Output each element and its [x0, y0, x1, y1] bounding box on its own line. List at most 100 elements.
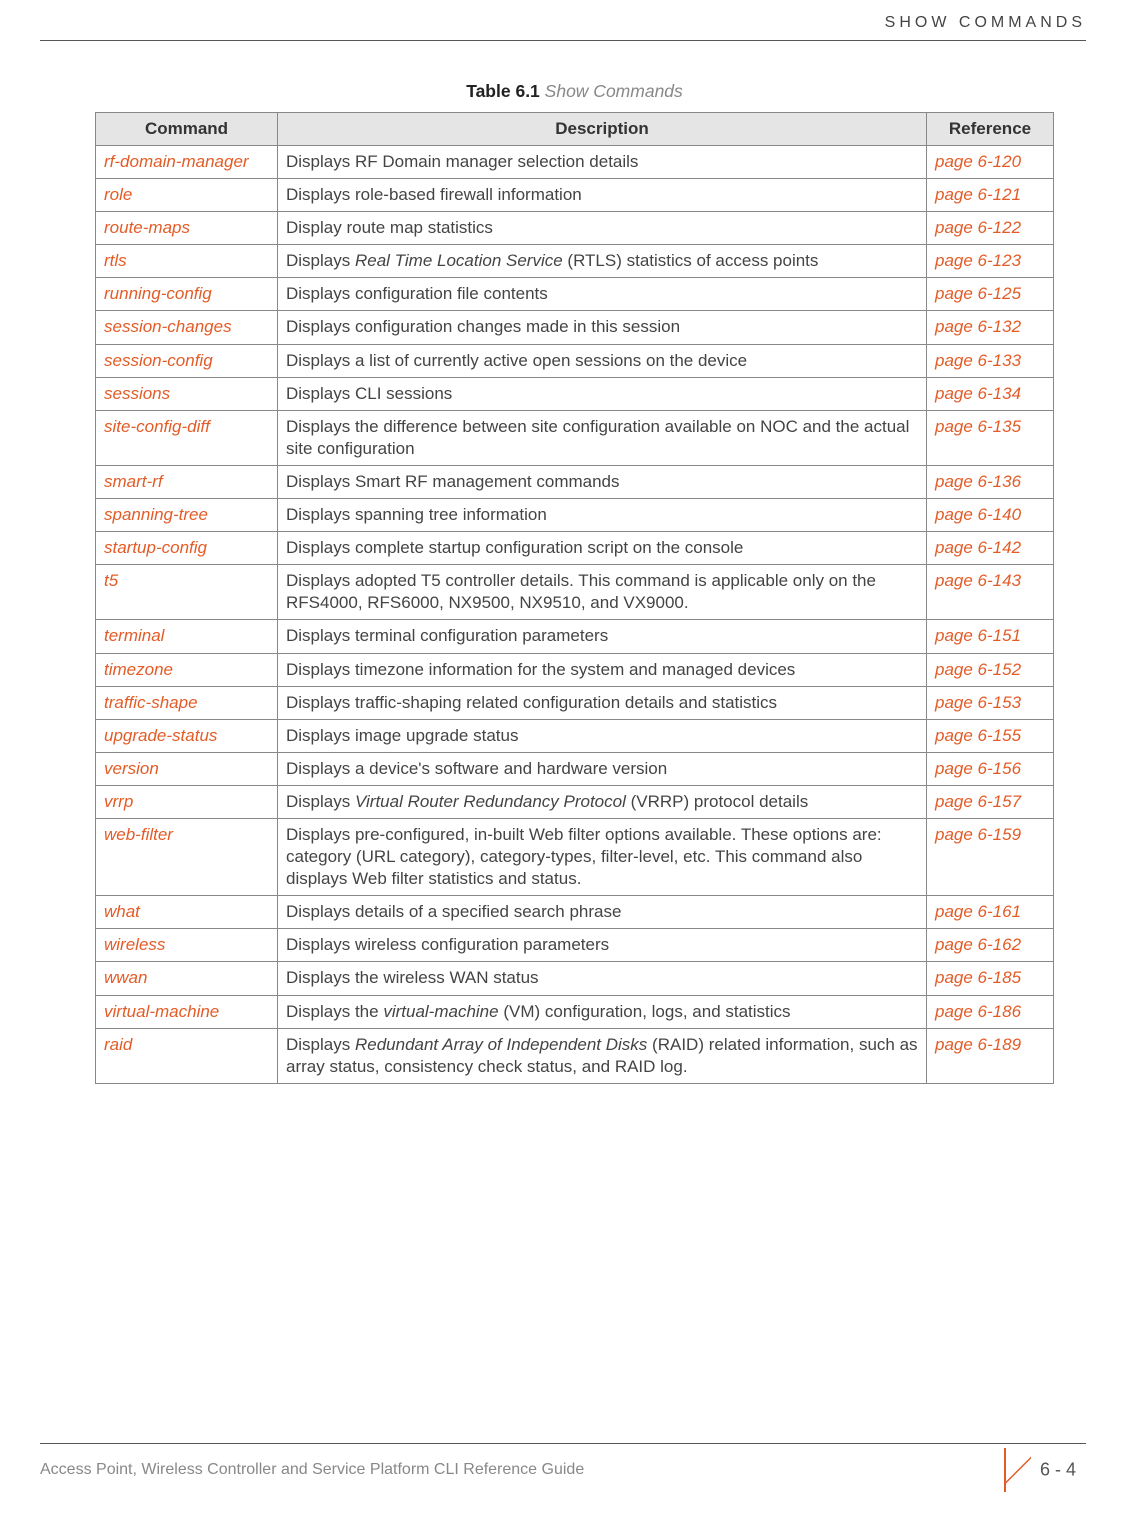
- command-link[interactable]: smart-rf: [96, 465, 278, 498]
- reference-link[interactable]: page 6-143: [927, 565, 1054, 620]
- command-link[interactable]: version: [96, 752, 278, 785]
- command-link[interactable]: wireless: [96, 929, 278, 962]
- table-row: session-configDisplays a list of current…: [96, 344, 1054, 377]
- header-description: Description: [278, 113, 927, 146]
- command-description: Displays the virtual-machine (VM) config…: [278, 995, 927, 1028]
- command-link[interactable]: wwan: [96, 962, 278, 995]
- table-row: rf-domain-managerDisplays RF Domain mana…: [96, 146, 1054, 179]
- command-link[interactable]: timezone: [96, 653, 278, 686]
- command-link[interactable]: raid: [96, 1028, 278, 1083]
- command-description: Displays pre-configured, in-built Web fi…: [278, 818, 927, 895]
- command-description: Displays image upgrade status: [278, 719, 927, 752]
- reference-link[interactable]: page 6-156: [927, 752, 1054, 785]
- table-row: route-mapsDisplay route map statisticspa…: [96, 212, 1054, 245]
- footer-book-title: Access Point, Wireless Controller and Se…: [40, 1461, 984, 1479]
- command-description: Displays terminal configuration paramete…: [278, 620, 927, 653]
- reference-link[interactable]: page 6-136: [927, 465, 1054, 498]
- reference-link[interactable]: page 6-121: [927, 179, 1054, 212]
- footer-rule: [40, 1443, 1086, 1444]
- reference-link[interactable]: page 6-157: [927, 785, 1054, 818]
- command-link[interactable]: traffic-shape: [96, 686, 278, 719]
- reference-link[interactable]: page 6-153: [927, 686, 1054, 719]
- command-link[interactable]: terminal: [96, 620, 278, 653]
- reference-link[interactable]: page 6-151: [927, 620, 1054, 653]
- command-description: Displays the wireless WAN status: [278, 962, 927, 995]
- page-footer: Access Point, Wireless Controller and Se…: [40, 1448, 1086, 1492]
- reference-link[interactable]: page 6-162: [927, 929, 1054, 962]
- command-link[interactable]: vrrp: [96, 785, 278, 818]
- reference-link[interactable]: page 6-152: [927, 653, 1054, 686]
- command-link[interactable]: startup-config: [96, 532, 278, 565]
- reference-link[interactable]: page 6-186: [927, 995, 1054, 1028]
- table-row: site-config-diffDisplays the difference …: [96, 410, 1054, 465]
- command-link[interactable]: web-filter: [96, 818, 278, 895]
- command-description: Displays Virtual Router Redundancy Proto…: [278, 785, 927, 818]
- command-link[interactable]: upgrade-status: [96, 719, 278, 752]
- table-caption: Table 6.1 Show Commands: [95, 81, 1054, 102]
- command-description: Displays timezone information for the sy…: [278, 653, 927, 686]
- table-row: session-changesDisplays configuration ch…: [96, 311, 1054, 344]
- command-description: Displays Redundant Array of Independent …: [278, 1028, 927, 1083]
- command-link[interactable]: session-changes: [96, 311, 278, 344]
- table-row: terminalDisplays terminal configuration …: [96, 620, 1054, 653]
- table-row: wirelessDisplays wireless configuration …: [96, 929, 1054, 962]
- reference-link[interactable]: page 6-123: [927, 245, 1054, 278]
- command-link[interactable]: running-config: [96, 278, 278, 311]
- command-description: Displays traffic-shaping related configu…: [278, 686, 927, 719]
- reference-link[interactable]: page 6-135: [927, 410, 1054, 465]
- command-description: Displays adopted T5 controller details. …: [278, 565, 927, 620]
- table-row: startup-configDisplays complete startup …: [96, 532, 1054, 565]
- table-row: smart-rfDisplays Smart RF management com…: [96, 465, 1054, 498]
- command-link[interactable]: rf-domain-manager: [96, 146, 278, 179]
- reference-link[interactable]: page 6-134: [927, 377, 1054, 410]
- reference-link[interactable]: page 6-120: [927, 146, 1054, 179]
- command-link[interactable]: rtls: [96, 245, 278, 278]
- section-title: SHOW COMMANDS: [885, 14, 1086, 31]
- footer-page-number: 6 - 4: [1040, 1460, 1076, 1481]
- reference-link[interactable]: page 6-142: [927, 532, 1054, 565]
- reference-link[interactable]: page 6-133: [927, 344, 1054, 377]
- reference-link[interactable]: page 6-122: [927, 212, 1054, 245]
- table-row: whatDisplays details of a specified sear…: [96, 896, 1054, 929]
- command-link[interactable]: session-config: [96, 344, 278, 377]
- table-row: rtlsDisplays Real Time Location Service …: [96, 245, 1054, 278]
- command-link[interactable]: site-config-diff: [96, 410, 278, 465]
- reference-link[interactable]: page 6-189: [927, 1028, 1054, 1083]
- reference-link[interactable]: page 6-132: [927, 311, 1054, 344]
- command-link[interactable]: t5: [96, 565, 278, 620]
- content-area: Table 6.1 Show Commands Command Descript…: [0, 41, 1126, 1084]
- command-link[interactable]: route-maps: [96, 212, 278, 245]
- command-description: Displays wireless configuration paramete…: [278, 929, 927, 962]
- reference-link[interactable]: page 6-185: [927, 962, 1054, 995]
- command-description: Displays spanning tree information: [278, 499, 927, 532]
- command-link[interactable]: virtual-machine: [96, 995, 278, 1028]
- table-header-row: Command Description Reference: [96, 113, 1054, 146]
- command-link[interactable]: spanning-tree: [96, 499, 278, 532]
- table-row: raidDisplays Redundant Array of Independ…: [96, 1028, 1054, 1083]
- command-description: Displays Smart RF management commands: [278, 465, 927, 498]
- command-description: Displays configuration file contents: [278, 278, 927, 311]
- reference-link[interactable]: page 6-155: [927, 719, 1054, 752]
- table-row: timezoneDisplays timezone information fo…: [96, 653, 1054, 686]
- reference-link[interactable]: page 6-125: [927, 278, 1054, 311]
- table-caption-label: Table 6.1: [466, 81, 540, 101]
- command-description: Displays the difference between site con…: [278, 410, 927, 465]
- command-link[interactable]: what: [96, 896, 278, 929]
- table-row: vrrpDisplays Virtual Router Redundancy P…: [96, 785, 1054, 818]
- reference-link[interactable]: page 6-161: [927, 896, 1054, 929]
- command-link[interactable]: role: [96, 179, 278, 212]
- page-header: SHOW COMMANDS: [0, 0, 1126, 36]
- command-description: Displays role-based firewall information: [278, 179, 927, 212]
- reference-link[interactable]: page 6-140: [927, 499, 1054, 532]
- table-caption-title: Show Commands: [545, 81, 683, 101]
- table-row: roleDisplays role-based firewall informa…: [96, 179, 1054, 212]
- table-row: virtual-machineDisplays the virtual-mach…: [96, 995, 1054, 1028]
- table-row: running-configDisplays configuration fil…: [96, 278, 1054, 311]
- header-command: Command: [96, 113, 278, 146]
- command-link[interactable]: sessions: [96, 377, 278, 410]
- table-row: spanning-treeDisplays spanning tree info…: [96, 499, 1054, 532]
- command-description: Displays a list of currently active open…: [278, 344, 927, 377]
- table-row: traffic-shapeDisplays traffic-shaping re…: [96, 686, 1054, 719]
- reference-link[interactable]: page 6-159: [927, 818, 1054, 895]
- command-description: Display route map statistics: [278, 212, 927, 245]
